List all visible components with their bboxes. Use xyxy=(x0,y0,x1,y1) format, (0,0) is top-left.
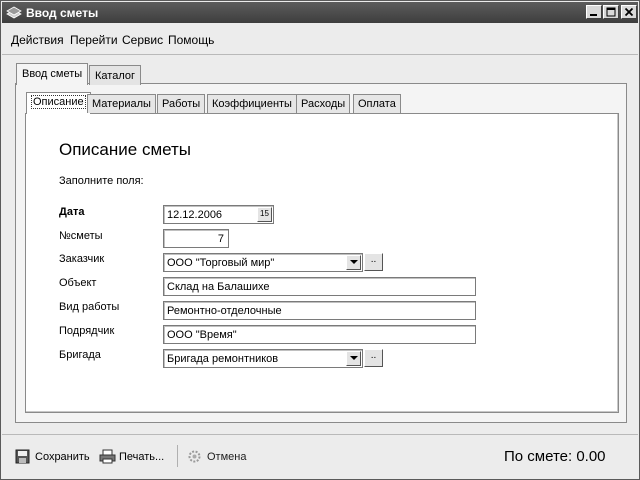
estimate-total: По смете: 0.00 xyxy=(504,448,606,465)
customer-value: ООО "Торговый мир" xyxy=(167,257,275,269)
tab-payment[interactable]: Оплата xyxy=(353,94,401,113)
cancel-label: Отмена xyxy=(207,451,247,463)
window-title: Ввод сметы xyxy=(26,6,99,20)
close-button[interactable] xyxy=(621,5,637,19)
tab-materials[interactable]: Материалы xyxy=(87,94,156,113)
toolbar-divider xyxy=(2,434,638,435)
contractor-label: Подрядчик xyxy=(59,325,115,337)
toolbar-separator xyxy=(177,445,178,467)
tab-description[interactable]: Описание xyxy=(26,92,91,114)
object-field[interactable]: Склад на Балашихе xyxy=(163,277,476,296)
object-label: Объект xyxy=(59,277,97,289)
close-icon xyxy=(624,7,634,17)
maximize-icon xyxy=(606,7,616,17)
form-heading: Описание сметы xyxy=(59,140,192,159)
tab-label: Расходы xyxy=(301,98,346,110)
tab-estimate-input[interactable]: Ввод сметы xyxy=(16,63,89,85)
menu-actions[interactable]: Действия xyxy=(11,33,64,47)
tab-catalog[interactable]: Каталог xyxy=(89,65,141,85)
tab-works[interactable]: Работы xyxy=(157,94,206,113)
date-label: Дата xyxy=(59,206,85,218)
team-browse-button[interactable]: .. xyxy=(364,349,383,367)
app-logo-icon xyxy=(6,6,22,19)
tab-coefficients[interactable]: Коэффициенты xyxy=(207,94,297,113)
tab-label: Каталог xyxy=(95,70,135,82)
title-bar[interactable]: Ввод сметы xyxy=(2,2,638,23)
chevron-down-icon xyxy=(350,260,358,264)
tab-label: Оплата xyxy=(358,98,396,110)
tab-label: Работы xyxy=(162,98,201,110)
floppy-disk-icon xyxy=(15,449,30,464)
team-dropdown-button[interactable] xyxy=(346,351,361,366)
printer-icon xyxy=(99,449,116,464)
tab-label: Ввод сметы xyxy=(22,68,83,80)
maximize-button[interactable] xyxy=(603,5,619,19)
cancel-button[interactable]: Отмена xyxy=(187,448,249,466)
form-subtitle: Заполните поля: xyxy=(59,175,144,187)
save-button[interactable]: Сохранить xyxy=(15,448,95,466)
menu-help[interactable]: Помощь xyxy=(168,33,214,47)
tab-label: Описание xyxy=(31,95,86,109)
print-label: Печать... xyxy=(119,451,165,463)
minimize-icon xyxy=(590,14,597,16)
number-field[interactable]: 7 xyxy=(163,229,229,248)
tab-label: Коэффициенты xyxy=(212,98,292,110)
customer-label: Заказчик xyxy=(59,253,105,265)
customer-browse-button[interactable]: .. xyxy=(364,253,383,271)
work-type-field[interactable]: Ремонтно-отделочные xyxy=(163,301,476,320)
main-window: Ввод сметы Действия Перейти Сервис Помощ… xyxy=(0,0,640,480)
number-label: №сметы xyxy=(59,230,103,242)
tab-expenses[interactable]: Расходы xyxy=(296,94,351,113)
minimize-button[interactable] xyxy=(586,5,602,19)
date-value: 12.12.2006 xyxy=(167,209,223,221)
menu-navigate[interactable]: Перейти xyxy=(70,33,118,47)
menu-service[interactable]: Сервис xyxy=(122,33,163,47)
calendar-button[interactable]: 15 xyxy=(257,207,272,222)
menu-divider xyxy=(2,54,638,55)
chevron-down-icon xyxy=(350,356,358,360)
customer-select[interactable]: ООО "Торговый мир" xyxy=(163,253,363,272)
cancel-gear-icon xyxy=(188,450,201,463)
print-button[interactable]: Печать... xyxy=(99,448,169,466)
save-label: Сохранить xyxy=(35,451,90,463)
work-type-label: Вид работы xyxy=(59,301,120,313)
contractor-field[interactable]: ООО "Время" xyxy=(163,325,476,344)
date-field[interactable]: 12.12.2006 15 xyxy=(163,205,274,224)
team-value: Бригада ремонтников xyxy=(167,353,279,365)
team-select[interactable]: Бригада ремонтников xyxy=(163,349,363,368)
menu-bar: Действия Перейти Сервис Помощь xyxy=(2,31,638,49)
calendar-icon: 15 xyxy=(260,209,269,218)
team-label: Бригада xyxy=(59,349,101,361)
tab-label: Материалы xyxy=(92,98,151,110)
customer-dropdown-button[interactable] xyxy=(346,255,361,270)
